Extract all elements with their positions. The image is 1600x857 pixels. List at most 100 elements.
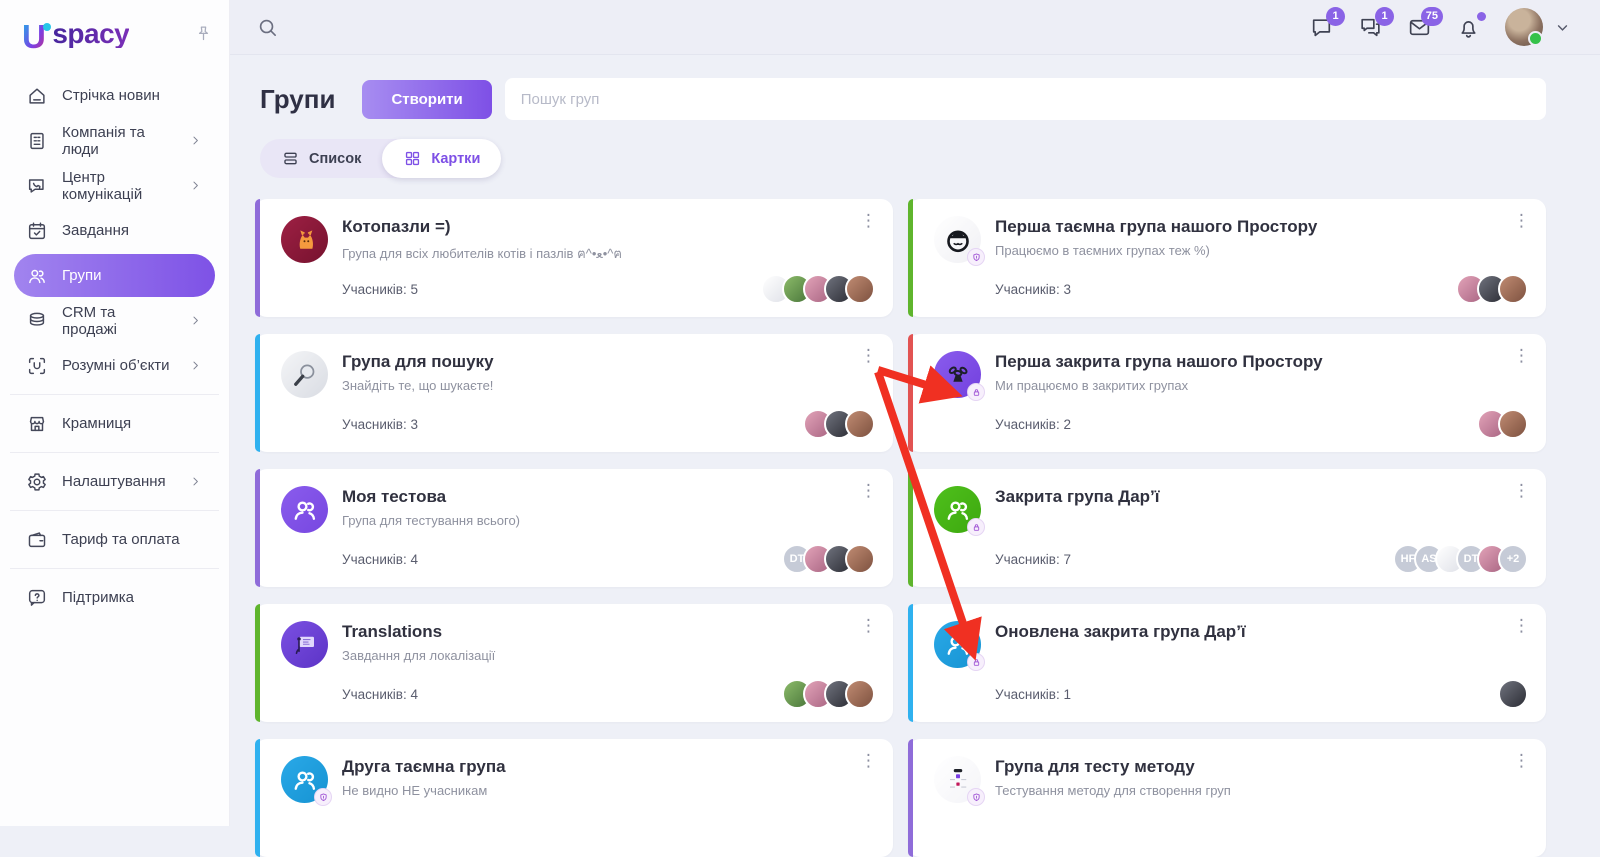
group-card-description: Не видно НЕ учасникам — [342, 783, 488, 798]
group-card-title: Група для пошуку — [342, 352, 494, 371]
sidebar-divider — [10, 452, 219, 453]
sidebar-item-label: Крамниця — [62, 415, 132, 432]
members-count-label: Учасників: 3 — [995, 281, 1071, 297]
sidebar-item-feed[interactable]: Стрічка новин — [14, 74, 215, 117]
page-header: Групи Створити — [255, 78, 1546, 120]
sidebar-item-label: Стрічка новин — [62, 87, 160, 104]
sidebar-item-tasks[interactable]: Завдання — [14, 209, 215, 252]
sidebar-nav: Стрічка новин Компанія та люди Центр комун… — [0, 73, 229, 620]
tab-cards-view[interactable]: Картки — [382, 139, 502, 178]
card-menu-button[interactable]: ⋮ — [1507, 478, 1536, 503]
card-menu-button[interactable]: ⋮ — [1507, 343, 1536, 368]
lock-icon — [967, 653, 985, 671]
sidebar-item-label: Компанія та люди — [62, 123, 145, 158]
members-avatar-stack — [782, 679, 875, 709]
card-menu-button[interactable]: ⋮ — [1507, 208, 1536, 233]
chevron-right-icon — [188, 474, 203, 489]
group-card[interactable]: Друга таємна група Не видно НЕ учасникам ⋮ — [255, 739, 893, 857]
sidebar-item-billing[interactable]: Тариф та оплата — [14, 518, 215, 561]
tab-list-view[interactable]: Список — [260, 139, 382, 178]
group-avatar — [281, 756, 332, 806]
card-menu-button[interactable]: ⋮ — [854, 478, 883, 503]
pin-sidebar-icon[interactable] — [194, 24, 213, 48]
group-avatar — [934, 756, 985, 806]
group-card-members-row: Учасників: 4 DT — [342, 544, 875, 574]
notifications-button[interactable] — [1456, 11, 1486, 40]
group-card-body: Закрита група Дар’ї Учасників: 7 HF AS DT +2 — [995, 485, 1528, 574]
members-avatar-stack — [1477, 409, 1528, 439]
group-card[interactable]: Перша таємна група нашого Простору Працює… — [908, 199, 1546, 317]
sidebar-item-label: Групи — [62, 267, 102, 284]
company-icon — [26, 130, 48, 152]
group-card[interactable]: Оновлена закрита група Дар’ї Учасників: 1… — [908, 604, 1546, 722]
group-card-title: Закрита група Дар’ї — [995, 487, 1160, 506]
card-menu-button[interactable]: ⋮ — [1507, 748, 1536, 773]
sidebar-item-smart-objects[interactable]: Розумні об’єкти — [14, 344, 215, 387]
sidebar-item-shop[interactable]: Крамниця — [14, 402, 215, 445]
app: Uspacy Стрічка новин Компанія та люди Цент… — [0, 0, 1600, 857]
page-title: Групи — [260, 83, 336, 114]
members-avatar-stack — [1456, 274, 1528, 304]
members-count-label: Учасників: 7 — [995, 551, 1071, 567]
chevron-right-icon — [188, 313, 203, 328]
group-card[interactable]: Моя тестова Група для тестування всього) У… — [255, 469, 893, 587]
shop-icon — [26, 413, 48, 435]
groups-icon — [26, 265, 48, 287]
billing-icon — [26, 529, 48, 551]
sidebar-item-label: Тариф та оплата — [62, 531, 180, 548]
sidebar-item-label: Підтримка — [62, 589, 135, 606]
group-card-members-row: Учасників: 3 — [342, 409, 875, 439]
sidebar-item-settings[interactable]: Налаштування — [14, 460, 215, 503]
group-card[interactable]: Група для тесту методу Тестування методу … — [908, 739, 1546, 857]
members-more-badge: +2 — [1498, 544, 1528, 574]
user-avatar[interactable] — [1505, 8, 1543, 46]
sidebar-divider — [10, 510, 219, 511]
group-card[interactable]: Перша закрита група нашого Простору Ми пр… — [908, 334, 1546, 452]
members-avatar-stack — [803, 409, 875, 439]
sidebar-item-label: Центр комунікацій — [62, 168, 143, 203]
group-card[interactable]: Закрита група Дар’ї Учасників: 7 HF AS DT +2 ⋮ — [908, 469, 1546, 587]
members-count-label: Учасників: 1 — [995, 686, 1071, 702]
sidebar-item-crm[interactable]: CRM та продажі — [14, 299, 215, 342]
group-card-body: Група для тесту методу Тестування методу … — [995, 755, 1528, 844]
sidebar-item-support[interactable]: Підтримка — [14, 576, 215, 619]
main-area: 1 1 75 Групи Створити Список — [230, 0, 1600, 857]
group-avatar — [281, 216, 328, 263]
card-menu-button[interactable]: ⋮ — [854, 748, 883, 773]
group-card-title: Група для тесту методу — [995, 757, 1195, 776]
chat-button[interactable]: 1 — [1309, 6, 1345, 40]
secret-icon — [967, 248, 985, 266]
lock-icon — [967, 518, 985, 536]
lock-icon — [967, 383, 985, 401]
sidebar-item-label: Завдання — [62, 222, 129, 239]
card-menu-button[interactable]: ⋮ — [1507, 613, 1536, 638]
create-group-button[interactable]: Створити — [362, 79, 492, 119]
group-card[interactable]: Translations Завдання для локалізації Учас… — [255, 604, 893, 722]
group-avatar — [934, 216, 985, 266]
card-menu-button[interactable]: ⋮ — [854, 208, 883, 233]
card-menu-button[interactable]: ⋮ — [854, 343, 883, 368]
user-menu[interactable] — [1505, 8, 1572, 46]
chevron-down-icon[interactable] — [1553, 18, 1572, 37]
grid-icon — [406, 151, 420, 166]
group-chat-button[interactable]: 1 — [1358, 6, 1394, 40]
cards-column: Котопазли =) Група для всіх любителів кот… — [255, 199, 893, 857]
sidebar-item-groups[interactable]: Групи — [14, 254, 215, 297]
sidebar-item-label: CRM та продажі — [62, 303, 117, 338]
group-card-title: Перша закрита група нашого Простору — [995, 352, 1323, 371]
crm-icon — [26, 310, 48, 332]
group-card[interactable]: Котопазли =) Група для всіх любителів кот… — [255, 199, 893, 317]
secret-icon — [967, 788, 985, 806]
card-menu-button[interactable]: ⋮ — [854, 613, 883, 638]
sidebar-item-company[interactable]: Компанія та люди — [14, 119, 215, 162]
uspacy-logo[interactable]: Uspacy — [22, 18, 130, 55]
sidebar-item-communications[interactable]: Центр комунікацій — [14, 164, 215, 207]
group-card-body: Друга таємна група Не видно НЕ учасникам — [342, 755, 875, 844]
logo-letter-u: U — [22, 18, 46, 55]
mail-button[interactable]: 75 — [1407, 6, 1443, 40]
group-card[interactable]: Група для пошуку Знайдіть те, що шукаєте!… — [255, 334, 893, 452]
search-icon[interactable] — [256, 16, 279, 39]
group-search-input[interactable] — [504, 78, 1546, 120]
members-count-label: Учасників: 4 — [342, 686, 418, 702]
group-card-description: Знайдіть те, що шукаєте! — [342, 378, 494, 393]
